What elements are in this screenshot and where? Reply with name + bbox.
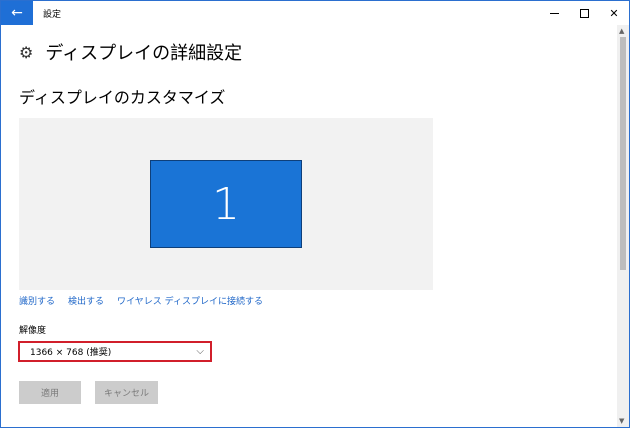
section-title: ディスプレイのカスタマイズ xyxy=(19,88,226,107)
page-title: ディスプレイの詳細設定 xyxy=(45,43,243,64)
back-button[interactable]: ← xyxy=(1,1,33,25)
settings-window: ← 設定 ✕ ⚙ ディスプレイの詳細設定 ディスプレイのカスタマイズ 1 識別す… xyxy=(0,0,630,428)
chevron-down-icon: ⌵ xyxy=(196,346,204,357)
scroll-down-icon[interactable]: ▼ xyxy=(619,417,624,425)
wireless-display-link[interactable]: ワイヤレス ディスプレイに接続する xyxy=(117,294,263,307)
apply-button[interactable]: 適用 xyxy=(19,381,81,404)
scroll-up-icon[interactable]: ▲ xyxy=(619,27,624,35)
vertical-scrollbar[interactable]: ▲ ▼ xyxy=(617,25,629,427)
resolution-value: 1366 × 768 (推奨) xyxy=(30,348,112,358)
title-bar: ← 設定 ✕ xyxy=(1,1,629,25)
display-arrangement-area: 1 xyxy=(19,118,433,290)
cancel-button[interactable]: キャンセル xyxy=(95,381,158,404)
minimize-button[interactable] xyxy=(539,1,569,25)
identify-link[interactable]: 識別する xyxy=(19,294,55,307)
minimize-icon xyxy=(549,12,559,14)
apply-label: 適用 xyxy=(40,389,59,399)
scroll-thumb[interactable] xyxy=(620,37,626,270)
resolution-label: 解像度 xyxy=(19,326,47,336)
back-arrow-icon: ← xyxy=(11,5,23,21)
cancel-label: キャンセル xyxy=(103,389,149,399)
display-links: 識別する 検出する ワイヤレス ディスプレイに接続する xyxy=(19,294,263,307)
close-button[interactable]: ✕ xyxy=(599,1,629,25)
maximize-button[interactable] xyxy=(569,1,599,25)
detect-link[interactable]: 検出する xyxy=(68,294,104,307)
window-controls: ✕ xyxy=(539,1,629,25)
resolution-dropdown[interactable]: 1366 × 768 (推奨) ⌵ xyxy=(18,341,212,362)
monitor-1-tile[interactable]: 1 xyxy=(150,160,302,248)
maximize-icon xyxy=(579,8,589,18)
gear-icon: ⚙ xyxy=(19,42,34,62)
page-header: ⚙ ディスプレイの詳細設定 xyxy=(19,39,242,65)
app-title: 設定 xyxy=(43,9,62,20)
monitor-number: 1 xyxy=(212,178,240,230)
close-icon: ✕ xyxy=(609,6,619,20)
